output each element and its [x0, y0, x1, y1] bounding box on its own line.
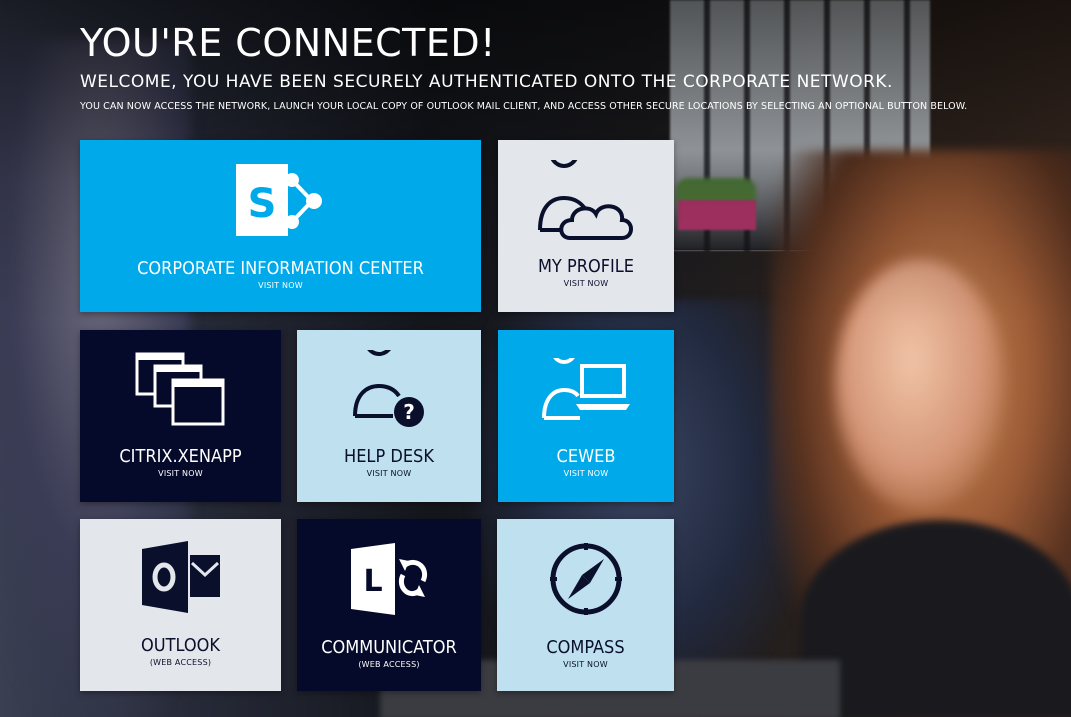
tile-sublabel: VISIT NOW	[258, 281, 303, 290]
svg-text:L: L	[363, 564, 382, 599]
tile-label: CEWEB	[556, 446, 616, 467]
page-title: YOU'RE CONNECTED!	[80, 21, 496, 65]
tile-label: CITRIX.XENAPP	[119, 446, 242, 467]
tile-label: CORPORATE INFORMATION CENTER	[137, 258, 424, 279]
user-laptop-icon	[542, 358, 630, 420]
lync-icon: L	[351, 543, 427, 615]
compass-icon	[549, 543, 622, 615]
windows-stack-icon	[135, 352, 224, 426]
help-desk-tile[interactable]: ? HELP DESK VISIT NOW	[297, 330, 481, 502]
communicator-tile[interactable]: L COMMUNICATOR (WEB ACCESS)	[297, 519, 481, 691]
citrix-xenapp-tile[interactable]: CITRIX.XENAPP VISIT NOW	[80, 330, 281, 502]
svg-text:S: S	[247, 181, 276, 227]
user-question-icon: ?	[353, 350, 424, 427]
tile-sublabel: (WEB ACCESS)	[149, 658, 212, 667]
tile-sublabel: (WEB ACCESS)	[358, 660, 420, 669]
corporate-information-center-tile[interactable]: S CORPORATE INFORMATION CENTER VISIT NOW	[80, 140, 481, 312]
svg-text:?: ?	[403, 400, 415, 424]
tile-sublabel: VISIT NOW	[563, 279, 609, 288]
tile-label: MY PROFILE	[537, 256, 635, 277]
tile-sublabel: VISIT NOW	[158, 469, 203, 478]
user-cloud-icon	[538, 160, 633, 240]
welcome-subtitle: WELCOME, YOU HAVE BEEN SECURELY AUTHENTI…	[80, 72, 893, 92]
my-profile-tile[interactable]: MY PROFILE VISIT NOW	[498, 140, 674, 312]
instructions-text: YOU CAN NOW ACCESS THE NETWORK, LAUNCH Y…	[80, 101, 968, 112]
outlook-icon	[141, 541, 220, 613]
header: YOU'RE CONNECTED! WELCOME, YOU HAVE BEEN…	[80, 20, 1051, 112]
tile-label: HELP DESK	[344, 446, 434, 467]
outlook-tile[interactable]: OUTLOOK (WEB ACCESS)	[80, 519, 281, 691]
tile-label: OUTLOOK	[141, 635, 220, 656]
sharepoint-icon: S	[235, 164, 322, 236]
ceweb-tile[interactable]: CEWEB VISIT NOW	[498, 330, 674, 502]
tile-label: COMPASS	[546, 637, 625, 658]
tile-sublabel: VISIT NOW	[563, 660, 608, 669]
tile-sublabel: VISIT NOW	[563, 469, 609, 478]
tile-label: COMMUNICATOR	[321, 637, 457, 658]
compass-tile[interactable]: COMPASS VISIT NOW	[497, 519, 674, 691]
tile-sublabel: VISIT NOW	[366, 469, 412, 478]
